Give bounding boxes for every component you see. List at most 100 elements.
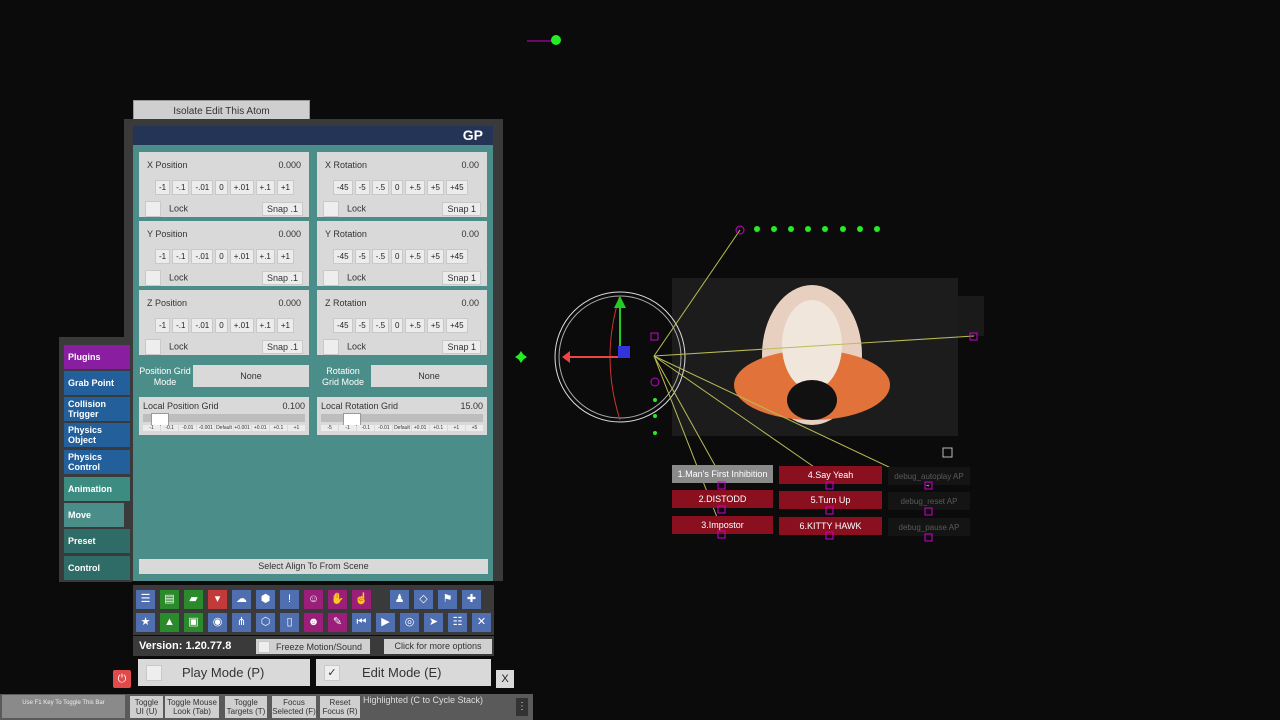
rot-button[interactable]: -5 bbox=[354, 249, 370, 264]
z-rotation-snap-button[interactable]: Snap 1 bbox=[442, 340, 481, 354]
box-icon[interactable]: ⬡ bbox=[256, 613, 275, 632]
pos-button[interactable]: 0 bbox=[215, 249, 228, 264]
slider-tick[interactable]: Default bbox=[393, 425, 411, 431]
slider-tick[interactable]: +0.01 bbox=[251, 425, 269, 431]
pos-button[interactable]: -.01 bbox=[191, 249, 214, 264]
slider-tick[interactable]: +0.01 bbox=[411, 425, 429, 431]
rot-button[interactable]: -45 bbox=[333, 249, 353, 264]
local-position-grid-slider[interactable]: Local Position Grid 0.100 -1 -0.1 -0.01 -0.0… bbox=[139, 397, 309, 435]
rot-button[interactable]: -.5 bbox=[371, 180, 390, 195]
star-icon[interactable]: ★ bbox=[136, 613, 155, 632]
unity-icon[interactable]: ◇ bbox=[414, 590, 433, 609]
touch-icon[interactable]: ☝ bbox=[352, 590, 371, 609]
small-toggle-icon[interactable] bbox=[942, 447, 953, 458]
slider-tick[interactable]: +0.1 bbox=[269, 425, 287, 431]
rot-button[interactable]: -45 bbox=[333, 180, 353, 195]
slider-tick[interactable]: -0.01 bbox=[375, 425, 393, 431]
person-settings-icon[interactable]: ☻ bbox=[304, 613, 323, 632]
slider-tick[interactable]: -1 bbox=[143, 425, 161, 431]
debug-reset-button[interactable]: debug_reset AP bbox=[888, 492, 970, 510]
pos-button[interactable]: +1 bbox=[276, 249, 294, 264]
local-rotation-grid-slider[interactable]: Local Rotation Grid 15.00 -5 -1 -0.1 -0.01 De… bbox=[317, 397, 487, 435]
tools-icon[interactable]: ✕ bbox=[472, 613, 491, 632]
power-icon[interactable]: ⏻ bbox=[113, 670, 131, 688]
rot-button[interactable]: +.5 bbox=[405, 180, 425, 195]
pos-button[interactable]: +.01 bbox=[229, 249, 254, 264]
y-rotation-snap-button[interactable]: Snap 1 bbox=[442, 271, 481, 285]
edit-mode-checkbox[interactable]: ✓ bbox=[324, 664, 340, 681]
tab-move[interactable]: Move bbox=[64, 503, 124, 527]
toggle-mouse-look-button[interactable]: Toggle Mouse Look (Tab) bbox=[165, 696, 219, 718]
slider-tick[interactable]: +1 bbox=[447, 425, 465, 431]
x-rotation-snap-button[interactable]: Snap 1 bbox=[442, 202, 481, 216]
z-rotation-lock-checkbox[interactable] bbox=[323, 339, 339, 355]
transform-gizmo[interactable] bbox=[554, 291, 686, 423]
x-rotation-lock-checkbox[interactable] bbox=[323, 201, 339, 217]
slider-tick[interactable]: -0.01 bbox=[179, 425, 197, 431]
scene-button-6[interactable]: 6.KITTY HAWK bbox=[779, 517, 882, 535]
save-icon[interactable]: ▾ bbox=[208, 590, 227, 609]
menu-icon[interactable]: ☰ bbox=[136, 590, 155, 609]
z-position-snap-button[interactable]: Snap .1 bbox=[261, 340, 303, 354]
edit-mode-button[interactable]: ✓ Edit Mode (E) bbox=[316, 659, 491, 686]
slider-tick[interactable]: +0.001 bbox=[233, 425, 251, 431]
tab-plugins[interactable]: Plugins bbox=[64, 345, 130, 369]
rot-button[interactable]: 0 bbox=[391, 318, 404, 333]
slider-tick[interactable]: -0.1 bbox=[357, 425, 375, 431]
play-mode-button[interactable]: Play Mode (P) bbox=[138, 659, 310, 686]
debug-pause-button[interactable]: debug_pause AP bbox=[888, 518, 970, 536]
rot-button[interactable]: +5 bbox=[426, 180, 444, 195]
close-button[interactable]: X bbox=[496, 670, 514, 688]
info-icon[interactable]: ! bbox=[280, 590, 299, 609]
debug-autoplay-button[interactable]: debug_autoplay AP bbox=[888, 467, 970, 485]
camera-icon[interactable]: ◉ bbox=[208, 613, 227, 632]
pos-button[interactable]: +.1 bbox=[255, 318, 275, 333]
slider-tick[interactable]: +5 bbox=[465, 425, 483, 431]
tab-collision-trigger[interactable]: Collision Trigger bbox=[64, 397, 130, 421]
pos-button[interactable]: +.01 bbox=[229, 180, 254, 195]
rot-button[interactable]: -5 bbox=[354, 318, 370, 333]
rot-button[interactable]: +45 bbox=[445, 180, 468, 195]
play-mode-checkbox[interactable] bbox=[146, 664, 162, 681]
slider-tick[interactable]: +1 bbox=[287, 425, 305, 431]
rot-button[interactable]: +45 bbox=[445, 318, 468, 333]
camera-target-icon[interactable] bbox=[527, 35, 561, 45]
reset-focus-button[interactable]: Reset Focus (R) bbox=[320, 696, 360, 718]
add-person-icon[interactable]: ☺ bbox=[304, 590, 323, 609]
landscape-icon[interactable]: ▲ bbox=[160, 613, 179, 632]
play-icon[interactable]: ▶ bbox=[376, 613, 395, 632]
rot-button[interactable]: -5 bbox=[354, 180, 370, 195]
pos-button[interactable]: +.1 bbox=[255, 180, 275, 195]
tab-animation[interactable]: Animation bbox=[64, 477, 130, 501]
position-grid-mode-select[interactable]: None bbox=[193, 365, 309, 387]
y-position-snap-button[interactable]: Snap .1 bbox=[261, 271, 303, 285]
scene-button-2[interactable]: 2.DISTODD bbox=[672, 490, 773, 508]
slider-tick[interactable]: +0.1 bbox=[429, 425, 447, 431]
rot-button[interactable]: 0 bbox=[391, 249, 404, 264]
rot-button[interactable]: -45 bbox=[333, 318, 353, 333]
x-position-snap-button[interactable]: Snap .1 bbox=[261, 202, 303, 216]
y-rotation-lock-checkbox[interactable] bbox=[323, 270, 339, 286]
tab-physics-control[interactable]: Physics Control bbox=[64, 450, 130, 474]
pos-button[interactable]: +1 bbox=[276, 180, 294, 195]
rot-button[interactable]: +45 bbox=[445, 249, 468, 264]
y-position-lock-checkbox[interactable] bbox=[145, 270, 161, 286]
pos-button[interactable]: 0 bbox=[215, 180, 228, 195]
tool-icon[interactable]: ✎ bbox=[328, 613, 347, 632]
pos-button[interactable]: 0 bbox=[215, 318, 228, 333]
rot-button[interactable]: +5 bbox=[426, 318, 444, 333]
pos-button[interactable]: -1 bbox=[155, 180, 171, 195]
rot-button[interactable]: 0 bbox=[391, 180, 404, 195]
rot-button[interactable]: -.5 bbox=[371, 318, 390, 333]
slider-tick[interactable]: -0.1 bbox=[161, 425, 179, 431]
slider-tick[interactable]: -5 bbox=[321, 425, 339, 431]
cloud-icon[interactable]: ☁ bbox=[232, 590, 251, 609]
rot-button[interactable]: -.5 bbox=[371, 249, 390, 264]
document-icon[interactable]: ▯ bbox=[280, 613, 299, 632]
tab-control[interactable]: Control bbox=[64, 556, 130, 580]
group-icon[interactable]: ☷ bbox=[448, 613, 467, 632]
tab-preset[interactable]: Preset bbox=[64, 529, 130, 553]
focus-selected-button[interactable]: Focus Selected (F) bbox=[272, 696, 316, 718]
tab-grab-point[interactable]: Grab Point bbox=[64, 371, 130, 395]
image-icon[interactable]: ▣ bbox=[184, 613, 203, 632]
